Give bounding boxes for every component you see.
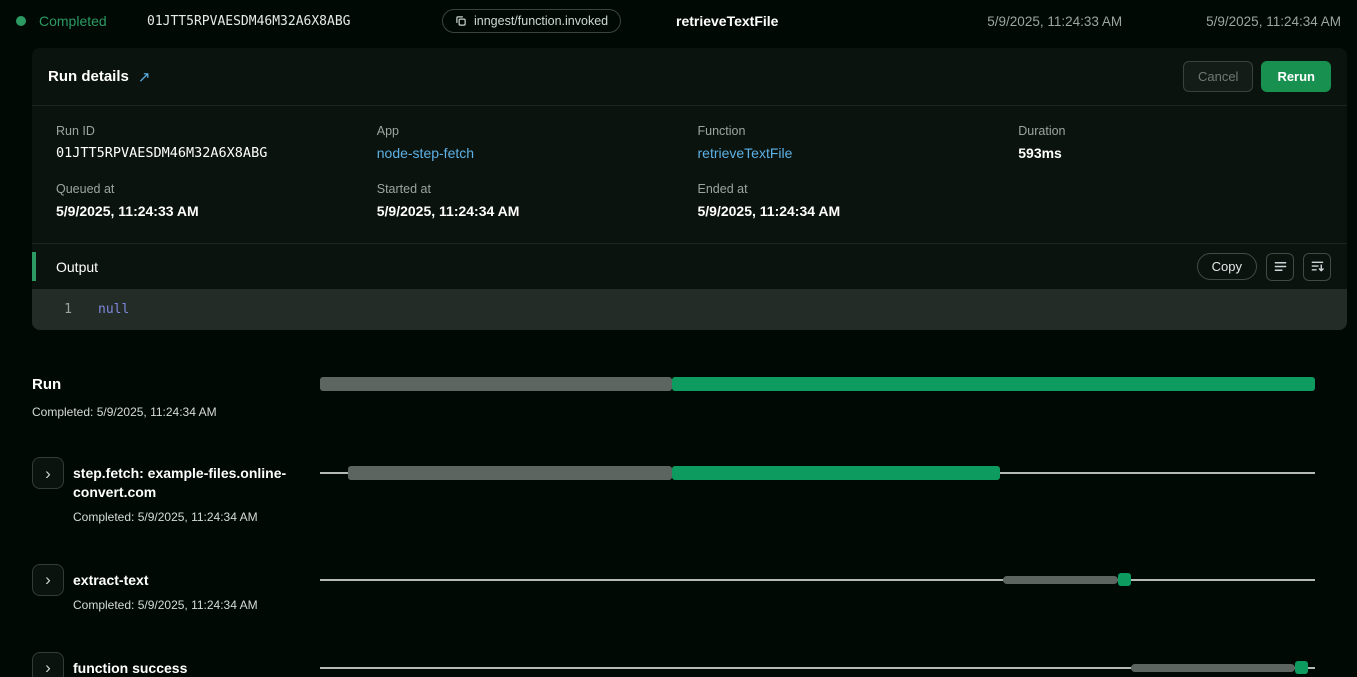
run-details-header: Run details ↗ Cancel Rerun	[32, 48, 1347, 106]
step-label: extract-text Completed: 5/9/2025, 11:24:…	[64, 564, 320, 612]
field-queued-at: Queued at 5/9/2025, 11:24:33 AM	[56, 182, 361, 219]
ended-at-value: 5/9/2025, 11:24:34 AM	[698, 203, 1003, 219]
output-header: Output Copy	[32, 243, 1347, 289]
duration-value: 593ms	[1018, 145, 1323, 161]
status-dot-icon	[16, 16, 26, 26]
step-title: extract-text	[73, 571, 308, 590]
run-status-label: Completed	[39, 13, 107, 29]
timeline-run-label: Run Completed: 5/9/2025, 11:24:34 AM	[32, 376, 320, 419]
step-timeline-track	[320, 660, 1315, 676]
field-started-at: Started at 5/9/2025, 11:24:34 AM	[377, 182, 682, 219]
output-code-block[interactable]: 1 null	[32, 289, 1347, 330]
queued-at-time: 5/9/2025, 11:24:33 AM	[987, 14, 1122, 29]
run-status-group: Completed	[16, 13, 147, 29]
run-timeline: Run Completed: 5/9/2025, 11:24:34 AM › s…	[0, 330, 1357, 677]
step-title: step.fetch: example-files.online-convert…	[73, 464, 308, 502]
event-type-icon	[455, 15, 467, 27]
code-value: null	[72, 302, 129, 317]
step-completed: Completed: 5/9/2025, 11:24:34 AM	[73, 598, 308, 612]
step-label: function success Completed: 5/9/2025, 11…	[64, 652, 320, 677]
run-id-text: 01JTT5RPVAESDM46M32A6X8ABG	[147, 14, 442, 29]
cancel-button[interactable]: Cancel	[1183, 61, 1253, 92]
timeline-bar-queued	[348, 466, 672, 480]
output-actions: Copy	[1197, 253, 1331, 281]
event-badge[interactable]: inngest/function.invoked	[442, 9, 621, 33]
timeline-bar-marker	[1295, 661, 1308, 674]
field-app: App node-step-fetch	[377, 124, 682, 161]
chevron-right-icon: ›	[45, 571, 51, 588]
queued-at-value: 5/9/2025, 11:24:33 AM	[56, 203, 361, 219]
function-name-text: retrieveTextFile	[676, 13, 778, 29]
step-timeline-track	[320, 572, 1315, 588]
external-link-icon[interactable]: ↗	[138, 68, 151, 86]
event-badge-label: inngest/function.invoked	[474, 14, 608, 28]
copy-button[interactable]: Copy	[1197, 253, 1257, 280]
format-lines-button[interactable]	[1266, 253, 1294, 281]
field-label: Duration	[1018, 124, 1323, 138]
run-row-title: Run	[32, 376, 320, 393]
timeline-step-row: › extract-text Completed: 5/9/2025, 11:2…	[32, 564, 1315, 612]
output-accent-bar	[32, 252, 36, 281]
code-line-number: 1	[32, 302, 72, 317]
field-run-id: Run ID 01JTT5RPVAESDM46M32A6X8ABG	[56, 124, 361, 161]
app-root: Completed 01JTT5RPVAESDM46M32A6X8ABG inn…	[0, 0, 1357, 677]
timeline-run-row: Run Completed: 5/9/2025, 11:24:34 AM	[32, 376, 1315, 419]
expand-step-button[interactable]: ›	[32, 457, 64, 489]
text-lines-icon	[1273, 259, 1288, 274]
timeline-bar-queued-thin	[1003, 576, 1118, 584]
completed-at-time: 5/9/2025, 11:24:34 AM	[1206, 14, 1341, 29]
field-label: Function	[698, 124, 1003, 138]
run-row-completed: Completed: 5/9/2025, 11:24:34 AM	[32, 405, 320, 419]
timeline-bar-marker	[1118, 573, 1131, 586]
field-label: Run ID	[56, 124, 361, 138]
field-ended-at: Ended at 5/9/2025, 11:24:34 AM	[698, 182, 1003, 219]
field-duration: Duration 593ms	[1018, 124, 1323, 161]
panel-title: Run details	[48, 68, 129, 85]
field-label: Queued at	[56, 182, 361, 196]
field-label: Ended at	[698, 182, 1003, 196]
timeline-bar-active	[672, 466, 999, 480]
wrap-text-button[interactable]	[1303, 253, 1331, 281]
event-badge-wrap: inngest/function.invoked	[442, 9, 676, 33]
field-function: Function retrieveTextFile	[698, 124, 1003, 161]
timeline-step-row: › function success Completed: 5/9/2025, …	[32, 652, 1315, 677]
step-label: step.fetch: example-files.online-convert…	[64, 457, 320, 524]
chevron-right-icon: ›	[45, 465, 51, 482]
timeline-bar-queued	[320, 377, 672, 391]
rerun-button[interactable]: Rerun	[1261, 61, 1331, 92]
app-link[interactable]: node-step-fetch	[377, 145, 682, 161]
step-timeline-track	[320, 465, 1315, 481]
timeline-step-row: › step.fetch: example-files.online-conve…	[32, 457, 1315, 524]
run-actions: Cancel Rerun	[1183, 61, 1331, 92]
step-title: function success	[73, 659, 308, 677]
run-details-grid: Run ID 01JTT5RPVAESDM46M32A6X8ABG App no…	[32, 106, 1347, 243]
run-timeline-track	[320, 376, 1315, 392]
timeline-baseline	[320, 579, 1315, 581]
field-value-run-id: 01JTT5RPVAESDM46M32A6X8ABG	[56, 145, 361, 161]
output-title: Output	[56, 259, 98, 275]
chevron-right-icon: ›	[45, 659, 51, 676]
step-completed: Completed: 5/9/2025, 11:24:34 AM	[73, 510, 308, 524]
field-label: App	[377, 124, 682, 138]
run-summary-bar: Completed 01JTT5RPVAESDM46M32A6X8ABG inn…	[0, 0, 1357, 42]
run-times-group: 5/9/2025, 11:24:33 AM 5/9/2025, 11:24:34…	[987, 14, 1341, 29]
timeline-bar-queued-thin	[1131, 664, 1295, 672]
wrap-text-icon	[1310, 259, 1325, 274]
field-label: Started at	[377, 182, 682, 196]
expand-step-button[interactable]: ›	[32, 652, 64, 677]
expand-step-button[interactable]: ›	[32, 564, 64, 596]
timeline-bar-active	[672, 377, 1315, 391]
run-details-panel: Run details ↗ Cancel Rerun Run ID 01JTT5…	[32, 48, 1347, 330]
started-at-value: 5/9/2025, 11:24:34 AM	[377, 203, 682, 219]
function-link[interactable]: retrieveTextFile	[698, 145, 1003, 161]
